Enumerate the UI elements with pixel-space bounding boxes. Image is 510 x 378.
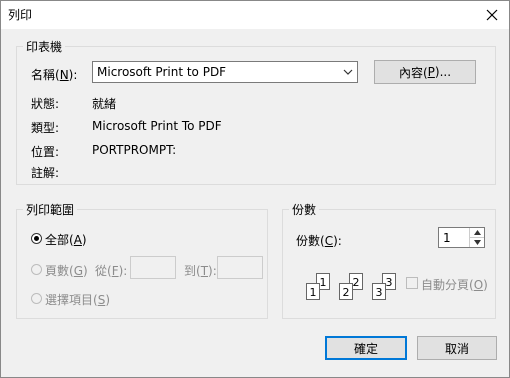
cancel-button[interactable]: 取消: [417, 336, 497, 360]
chevron-down-icon: [473, 240, 481, 245]
print-range-legend: 列印範圍: [26, 203, 75, 217]
collate-label[interactable]: 自動分頁(O): [421, 276, 488, 293]
type-label: 類型:: [31, 121, 60, 135]
collate-page: 1: [306, 283, 320, 300]
collate-checkbox[interactable]: [406, 277, 418, 289]
print-dialog: 列印 印表機 名稱(N): Microsoft Print to PDF 內容(…: [0, 0, 510, 378]
status-label: 狀態:: [31, 97, 60, 111]
radio-selection-label[interactable]: 選擇項目(S): [45, 291, 110, 308]
from-label: 從(F):: [95, 264, 128, 278]
copies-label: 份數(C):: [296, 234, 342, 248]
from-page-input[interactable]: [130, 256, 176, 279]
window-title: 列印: [8, 8, 33, 22]
printer-select-value: Microsoft Print to PDF: [97, 65, 227, 79]
copies-value: 1: [443, 231, 451, 245]
location-label: 位置:: [31, 145, 60, 159]
printer-select[interactable]: Microsoft Print to PDF: [92, 61, 358, 83]
ok-button[interactable]: 確定: [325, 336, 407, 360]
title-bar: 列印: [1, 1, 509, 29]
copies-group: 份數: [282, 201, 496, 319]
copies-spinner[interactable]: 1: [438, 227, 485, 248]
spin-up-button[interactable]: [469, 228, 484, 238]
comment-label: 註解:: [31, 166, 60, 180]
status-value: 就緒: [92, 97, 117, 111]
close-icon: [486, 9, 498, 21]
spin-down-button[interactable]: [469, 238, 484, 247]
radio-all-label[interactable]: 全部(A): [45, 231, 87, 248]
to-label: 到(T):: [184, 264, 217, 278]
properties-button[interactable]: 內容(P)...: [374, 60, 476, 84]
copies-legend: 份數: [292, 203, 317, 217]
printer-group-legend: 印表機: [26, 40, 63, 54]
close-button[interactable]: [481, 4, 503, 26]
radio-all[interactable]: [31, 233, 42, 244]
location-value: PORTPROMPT:: [92, 143, 177, 157]
chevron-down-icon: [343, 69, 353, 75]
to-page-input[interactable]: [217, 256, 263, 279]
radio-pages-label[interactable]: 頁數(G): [45, 262, 88, 279]
chevron-up-icon: [473, 230, 481, 235]
radio-selection[interactable]: [31, 293, 42, 304]
radio-pages[interactable]: [31, 264, 42, 275]
collate-page: 2: [339, 283, 353, 300]
collate-page: 3: [372, 283, 386, 300]
printer-name-label: 名稱(N):: [31, 68, 78, 82]
type-value: Microsoft Print To PDF: [92, 119, 222, 133]
